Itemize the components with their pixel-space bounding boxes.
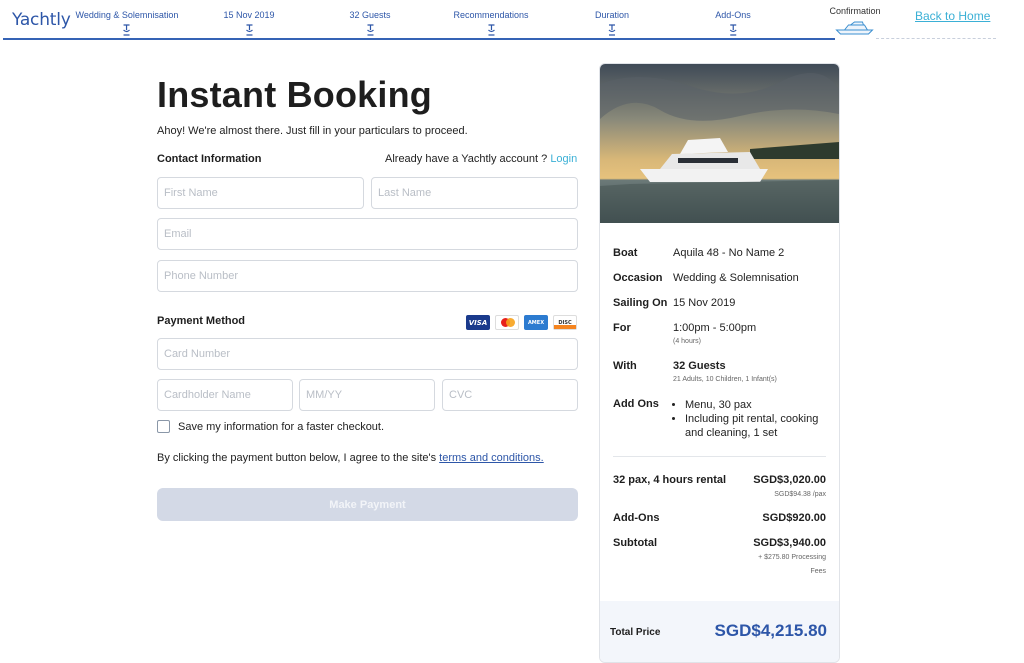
boat-step-icon — [608, 24, 616, 36]
step-confirmation: Confirmation — [829, 6, 881, 36]
card-number-field[interactable] — [157, 338, 578, 370]
discover-icon: DISC — [553, 315, 577, 330]
step-addons[interactable]: Add-Ons — [715, 10, 751, 36]
expiry-field[interactable] — [299, 379, 435, 411]
last-name-input[interactable] — [372, 178, 577, 208]
amex-icon: AMEX — [524, 315, 548, 330]
step-guests[interactable]: 32 Guests — [349, 10, 391, 36]
mastercard-icon — [495, 315, 519, 330]
progress-nav: Yachtly Wedding & Solemnisation 15 Nov 2… — [0, 0, 1024, 48]
phone-input[interactable] — [158, 261, 577, 291]
summary-duration: (4 hours) — [673, 338, 702, 345]
first-name-input[interactable] — [158, 178, 363, 208]
addon-item: Including pit rental, cooking and cleani… — [685, 412, 835, 440]
yachtly-logo[interactable]: Yachtly — [12, 10, 71, 30]
yacht-photo — [600, 64, 839, 223]
boat-step-icon — [729, 24, 737, 36]
terms-link[interactable]: terms and conditions. — [439, 452, 544, 464]
page-subtitle: Ahoy! We're almost there. Just fill in y… — [157, 125, 468, 137]
per-pax-note: SGD$94.38 /pax — [774, 491, 826, 498]
booking-summary-card: Boat Aquila 48 - No Name 2 Occasion Wedd… — [599, 63, 840, 663]
addons-list: Menu, 30 pax Including pit rental, cooki… — [673, 398, 835, 440]
back-to-home-link[interactable]: Back to Home — [915, 9, 990, 23]
progress-track — [3, 38, 835, 40]
step-date[interactable]: 15 Nov 2019 — [223, 10, 275, 36]
phone-field[interactable] — [157, 260, 578, 292]
boat-step-icon — [123, 24, 131, 36]
last-name-field[interactable] — [371, 177, 578, 209]
cvc-field[interactable] — [442, 379, 578, 411]
step-recommendations[interactable]: Recommendations — [453, 10, 529, 36]
summary-divider — [613, 456, 826, 457]
total-price-amount: SGD$4,215.80 — [714, 621, 827, 640]
email-input[interactable] — [158, 219, 577, 249]
cardholder-name-input[interactable] — [158, 380, 292, 410]
step-duration[interactable]: Duration — [595, 10, 629, 36]
contact-information-label: Contact Information — [157, 153, 262, 165]
total-price-label: Total Price — [610, 627, 661, 638]
save-info-checkbox[interactable] — [157, 420, 170, 433]
step-occasion[interactable]: Wedding & Solemnisation — [76, 10, 178, 36]
processing-fee-note: + $275.80 Processing Fees — [758, 554, 826, 575]
accepted-cards: VISA AMEX DISC — [466, 315, 577, 330]
first-name-field[interactable] — [157, 177, 364, 209]
terms-agreement: By clicking the payment button below, I … — [157, 452, 544, 464]
login-link[interactable]: Login — [550, 153, 577, 165]
visa-icon: VISA — [466, 315, 490, 330]
addons-price-row: Add-Ons SGD$920.00 — [613, 512, 826, 524]
cardholder-name-field[interactable] — [157, 379, 293, 411]
rental-price-row: 32 pax, 4 hours rental SGD$3,020.00 — [613, 474, 826, 486]
boat-step-icon — [487, 24, 495, 36]
make-payment-button[interactable]: Make Payment — [157, 488, 578, 521]
subtotal-row: Subtotal SGD$3,940.00 — [613, 537, 826, 549]
summary-guests-detail: 21 Adults, 10 Children, 1 Infant(s) — [673, 376, 777, 383]
addon-item: Menu, 30 pax — [685, 398, 835, 412]
card-number-input[interactable] — [158, 339, 577, 369]
total-price-bar: Total Price SGD$4,215.80 — [600, 601, 839, 662]
cvc-input[interactable] — [443, 380, 577, 410]
progress-track-remaining — [876, 38, 996, 39]
account-prompt: Already have a Yachtly account ? Login — [385, 153, 578, 165]
page-title: Instant Booking — [157, 74, 432, 115]
save-info-label[interactable]: Save my information for a faster checkou… — [178, 421, 384, 433]
email-field[interactable] — [157, 218, 578, 250]
boat-step-icon — [366, 24, 374, 36]
payment-method-label: Payment Method — [157, 315, 246, 327]
yacht-icon — [834, 21, 874, 35]
expiry-input[interactable] — [300, 380, 434, 410]
boat-step-icon — [245, 24, 253, 36]
